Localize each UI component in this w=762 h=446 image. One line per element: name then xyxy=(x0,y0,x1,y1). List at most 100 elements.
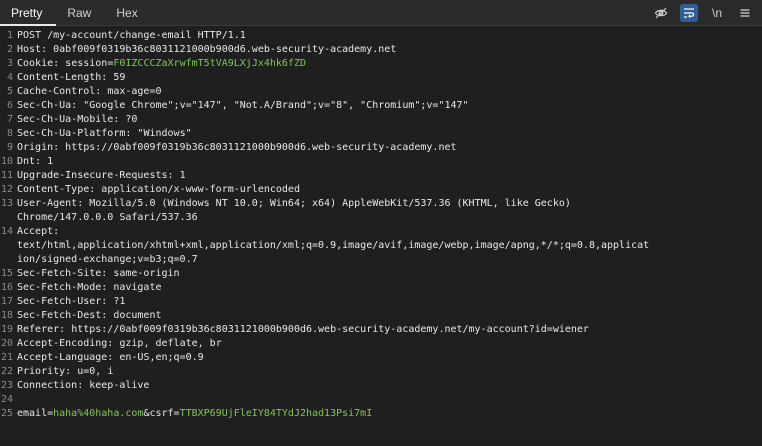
line-content: Sec-Fetch-User: ?1 xyxy=(17,295,762,309)
code-token: Accept-Language: xyxy=(17,352,120,363)
line-number: 21 xyxy=(0,352,13,363)
wrap-lines-button[interactable] xyxy=(680,3,698,22)
code-line: 17 Sec-Fetch-User: ?1 xyxy=(0,295,762,309)
line-number: 17 xyxy=(0,296,13,307)
code-line: Chrome/147.0.0.0 Safari/537.36 xyxy=(0,211,762,225)
code-token: User-Agent: xyxy=(17,198,90,209)
line-number: 15 xyxy=(0,268,13,279)
parameter-value: F0IZCCCZaXrwfmT5tVA9LXjJx4hk6fZD xyxy=(113,58,306,69)
wrap-lines-icon xyxy=(684,7,695,18)
code-token: same-origin xyxy=(113,268,180,279)
line-content: User-Agent: Mozilla/5.0 (Windows NT 10.0… xyxy=(17,197,762,211)
code-token: text/html,application/xhtml+xml,applicat… xyxy=(17,240,650,251)
code-line: 22 Priority: u=0, i xyxy=(0,365,762,379)
code-line: 15 Sec-Fetch-Site: same-origin xyxy=(0,267,762,281)
code-line: 16 Sec-Fetch-Mode: navigate xyxy=(0,281,762,295)
code-token: &csrf= xyxy=(143,408,180,419)
request-editor[interactable]: 1 POST /my-account/change-email HTTP/1.1 2… xyxy=(0,26,762,421)
line-number xyxy=(0,211,17,225)
code-token: Sec-Fetch-User: xyxy=(17,296,114,307)
code-line: 20 Accept-Encoding: gzip, deflate, br xyxy=(0,337,762,351)
code-token: Sec-Fetch-Site: xyxy=(17,268,114,279)
code-token: "Google Chrome";v="147", "Not.A/Brand";v… xyxy=(83,100,469,111)
code-token: Dnt: xyxy=(17,156,48,167)
code-token: gzip, deflate, br xyxy=(119,338,222,349)
line-number: 10 xyxy=(0,156,13,167)
parameter-value: TTBXP69UjFleIY84TYdJ2had13Psi7mI xyxy=(179,408,373,419)
line-content: Priority: u=0, i xyxy=(17,365,762,379)
line-number: 14 xyxy=(0,226,13,237)
code-line: 19 Referer: https://0abf009f0319b36c80311… xyxy=(0,323,762,337)
line-number: 24 xyxy=(0,394,13,405)
code-line: 6 Sec-Ch-Ua: "Google Chrome";v="147", "No… xyxy=(0,99,762,113)
show-newlines-button[interactable]: \n xyxy=(708,4,726,22)
code-token: 1 xyxy=(47,156,54,167)
code-token: Mozilla/5.0 (Windows NT 10.0; Win64; x64… xyxy=(89,198,571,209)
line-number: 9 xyxy=(6,142,13,153)
menu-icon xyxy=(740,8,750,17)
line-content: ion/signed-exchange;v=b3;q=0.7 xyxy=(17,253,762,267)
line-number: 6 xyxy=(6,100,13,111)
code-line: 24 xyxy=(0,393,762,407)
code-line: 5 Cache-Control: max-age=0 xyxy=(0,85,762,99)
line-content: Accept-Encoding: gzip, deflate, br xyxy=(17,337,762,351)
line-content: Cookie: session=F0IZCCCZaXrwfmT5tVA9LXjJ… xyxy=(17,57,762,71)
editor-toolbar: Pretty Raw Hex \n xyxy=(0,0,762,26)
code-token: Accept-Encoding: xyxy=(17,338,120,349)
code-token: Sec-Ch-Ua-Mobile: xyxy=(17,114,126,125)
code-token: navigate xyxy=(113,282,162,293)
line-number: 4 xyxy=(6,72,13,83)
code-token: Accept: xyxy=(17,226,66,237)
line-content: Host: 0abf009f0319b36c8031121000b900d6.w… xyxy=(17,43,762,57)
code-token: Referer: xyxy=(17,324,72,335)
code-line: 2 Host: 0abf009f0319b36c8031121000b900d6.… xyxy=(0,43,762,57)
line-content: email=haha%40haha.com&csrf=TTBXP69UjFleI… xyxy=(17,407,762,421)
code-line: 21 Accept-Language: en-US,en;q=0.9 xyxy=(0,351,762,365)
newline-icon: \n xyxy=(711,5,722,20)
line-number xyxy=(0,253,17,267)
line-number: 5 xyxy=(6,86,13,97)
line-content: text/html,application/xhtml+xml,applicat… xyxy=(17,239,762,253)
tab-raw[interactable]: Raw xyxy=(56,0,105,25)
code-token: POST /my-account/change-email HTTP/1.1 xyxy=(17,30,246,41)
code-token: Sec-Ch-Ua-Platform: xyxy=(17,128,138,139)
line-number: 2 xyxy=(6,44,13,55)
code-token: u=0, i xyxy=(77,366,114,377)
code-token: Cookie: xyxy=(17,58,66,69)
code-line: 23 Connection: keep-alive xyxy=(0,379,762,393)
line-number: 25 xyxy=(0,408,13,419)
code-token: Sec-Ch-Ua: xyxy=(17,100,84,111)
code-token: application/x-www-form-urlencoded xyxy=(101,184,300,195)
tab-hex[interactable]: Hex xyxy=(105,0,151,25)
code-token: Origin: xyxy=(17,142,66,153)
line-number xyxy=(0,239,17,253)
line-content: POST /my-account/change-email HTTP/1.1 xyxy=(17,29,762,43)
code-token: Upgrade-Insecure-Requests: xyxy=(17,170,180,181)
line-content: Content-Length: 59 xyxy=(17,71,762,85)
line-number: 7 xyxy=(6,114,13,125)
code-token: Content-Length: xyxy=(17,72,114,83)
code-line: 14 Accept: xyxy=(0,225,762,239)
line-number: 22 xyxy=(0,366,13,377)
line-content: Upgrade-Insecure-Requests: 1 xyxy=(17,169,762,183)
code-token: ?0 xyxy=(125,114,138,125)
code-line: 12 Content-Type: application/x-www-form-u… xyxy=(0,183,762,197)
tab-pretty[interactable]: Pretty xyxy=(0,0,57,26)
editor-menu-button[interactable] xyxy=(736,4,754,22)
line-number: 12 xyxy=(0,184,13,195)
code-token: 0abf009f0319b36c8031121000b900d6.web-sec… xyxy=(53,44,397,55)
hide-nonprintable-button[interactable] xyxy=(652,4,670,22)
editor-tools: \n xyxy=(652,0,762,25)
code-token: max-age=0 xyxy=(107,86,162,97)
eye-slash-icon xyxy=(654,7,668,18)
code-line: 4 Content-Length: 59 xyxy=(0,71,762,85)
line-content: Connection: keep-alive xyxy=(17,379,762,393)
code-token: ion/signed-exchange;v=b3;q=0.7 xyxy=(17,254,198,265)
code-token: 1 xyxy=(179,170,186,181)
line-content: Referer: https://0abf009f0319b36c8031121… xyxy=(17,323,762,337)
code-token: Sec-Fetch-Mode: xyxy=(17,282,114,293)
code-token: Priority: xyxy=(17,366,78,377)
line-number: 3 xyxy=(6,58,13,69)
code-token: Host: xyxy=(17,44,54,55)
line-number: 20 xyxy=(0,338,13,349)
